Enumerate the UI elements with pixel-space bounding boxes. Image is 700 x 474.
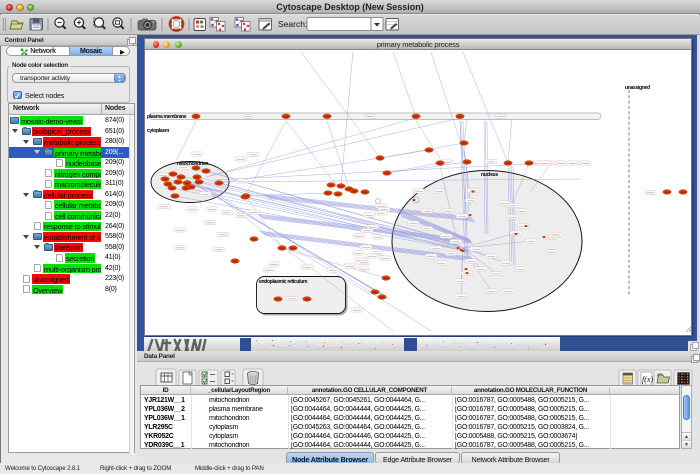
svg-text:cytoplasm: cytoplasm bbox=[147, 128, 170, 134]
svg-text:f(x): f(x) bbox=[642, 375, 653, 384]
svg-text:Search:: Search: bbox=[278, 19, 307, 29]
svg-text:unassigned: unassigned bbox=[625, 85, 650, 91]
svg-text:plasma membrane: plasma membrane bbox=[147, 114, 187, 120]
svg-text:nucleus: nucleus bbox=[481, 172, 498, 178]
svg-text:endoplasmic reticulum: endoplasmic reticulum bbox=[259, 279, 308, 285]
